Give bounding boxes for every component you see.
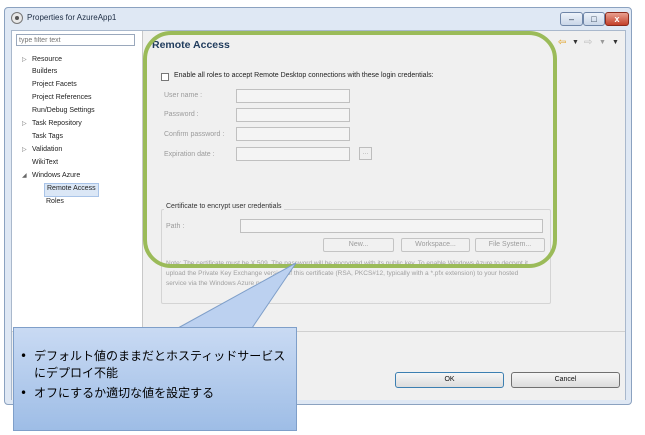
callout-bullet-2: オフにするか適切な値を設定する: [20, 385, 290, 402]
callout-bullet-1: デフォルト値のままだとホスティッドサービスにデプロイ不能: [20, 348, 290, 382]
callout-pointer: [177, 262, 297, 329]
callout-bullets: デフォルト値のままだとホスティッドサービスにデプロイ不能 オフにするか適切な値を…: [20, 348, 290, 405]
